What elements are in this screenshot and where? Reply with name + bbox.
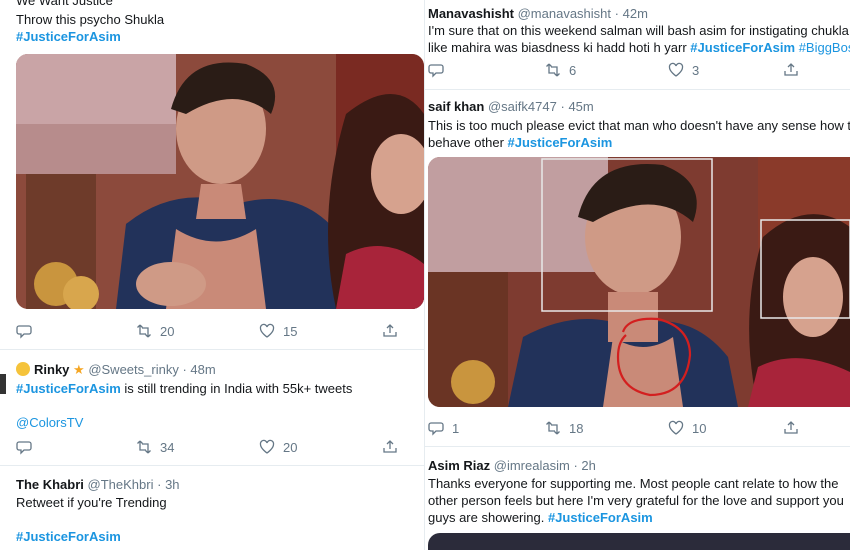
user-name[interactable]: saif khan: [428, 99, 484, 114]
tweet-justice[interactable]: We Want Justice Throw this psycho Shukla…: [0, 0, 424, 350]
retweet-icon: [137, 440, 151, 454]
like-count: 15: [283, 323, 298, 339]
reply-icon: [16, 441, 32, 455]
retweet-button[interactable]: 18: [545, 420, 583, 436]
tweet-photo[interactable]: [16, 54, 424, 309]
user-name[interactable]: Manavashisht: [428, 6, 514, 21]
photo-annotated-scratch: [428, 157, 850, 407]
heart-icon: [259, 439, 275, 454]
tweet-text-line2: like mahira was biasdness ki hadd hoti h…: [428, 40, 691, 55]
tweet-text: Retweet if you're Trending: [16, 495, 167, 510]
like-count: 10: [692, 420, 707, 436]
star-emoji-icon: ★: [73, 362, 85, 377]
reply-button[interactable]: [16, 323, 32, 339]
tweet-text-line1: I'm sure that on this weekend salman wil…: [428, 23, 849, 38]
heart-icon: [668, 420, 684, 435]
reply-icon: [16, 325, 32, 339]
hashtag-link-biggboss[interactable]: #BiggBoss: [799, 40, 850, 55]
tweet-text-line1: This is too much please evict that man w…: [428, 118, 850, 133]
tweet-saif-khan[interactable]: saif khan @saifk4747 · 45m This is too m…: [425, 90, 850, 446]
tweet-actions: 6 3: [428, 62, 840, 82]
like-button[interactable]: 20: [259, 439, 297, 455]
share-button[interactable]: [783, 62, 799, 78]
reply-count: 1: [452, 420, 460, 436]
retweet-button[interactable]: 6: [545, 62, 576, 78]
like-button[interactable]: 15: [259, 323, 297, 339]
tweet-time[interactable]: 48m: [190, 362, 215, 377]
tweet-text: is still trending in India with 55k+ twe…: [120, 381, 353, 396]
like-count: 20: [283, 439, 298, 455]
share-icon: [383, 324, 397, 337]
retweet-count: 6: [569, 62, 577, 78]
retweet-count: 34: [160, 439, 175, 455]
user-handle[interactable]: @imrealasim: [494, 458, 570, 473]
heart-icon: [668, 62, 684, 77]
tweet-photo-partial[interactable]: [428, 533, 850, 550]
tweet-text-line2: other person feels but here I'm very gra…: [428, 493, 844, 508]
reply-button[interactable]: [428, 62, 444, 78]
user-handle[interactable]: @manavashisht: [518, 6, 611, 21]
mention-link[interactable]: @ColorsTV: [16, 415, 83, 430]
reply-icon: [428, 422, 444, 436]
tweet-manavashisht[interactable]: Manavashisht @manavashisht · 42m I'm sur…: [425, 0, 850, 90]
tweet-text-line2: Throw this psycho Shukla: [16, 12, 165, 27]
user-handle[interactable]: @saifk4747: [488, 99, 557, 114]
like-count: 3: [692, 62, 700, 78]
heart-icon: [259, 323, 275, 338]
user-handle[interactable]: @TheKhbri: [88, 477, 154, 492]
hashtag-link[interactable]: #JusticeForAsim: [16, 381, 121, 396]
share-icon: [383, 440, 397, 453]
tweet-text-line1: Thanks everyone for supporting me. Most …: [428, 476, 839, 491]
user-name[interactable]: Asim Riaz: [428, 458, 490, 473]
retweet-icon: [546, 63, 560, 77]
user-handle[interactable]: @Sweets_rinky: [88, 362, 179, 377]
tweet-time[interactable]: 45m: [568, 99, 593, 114]
tweet-rinky[interactable]: Rinky ★ @Sweets_rinky · 48m #JusticeForA…: [0, 350, 424, 465]
hashtag-link[interactable]: #JusticeForAsim: [16, 29, 121, 44]
reply-button[interactable]: [16, 439, 32, 455]
reply-button[interactable]: 1: [428, 420, 459, 436]
tweet-photo[interactable]: [428, 157, 850, 407]
hashtag-link[interactable]: #JusticeForAsim: [508, 135, 613, 150]
tweet-asim-riaz[interactable]: Asim Riaz @imrealasim · 2h Thanks everyo…: [425, 447, 850, 550]
share-icon: [784, 421, 798, 434]
avatar[interactable]: [0, 374, 6, 394]
hashtag-link[interactable]: #JusticeForAsim: [690, 40, 795, 55]
tweet-actions: 1 18 10: [428, 420, 840, 440]
right-timeline: Manavashisht @manavashisht · 42m I'm sur…: [425, 0, 850, 550]
user-name[interactable]: Rinky: [34, 362, 69, 377]
tweet-time[interactable]: 2h: [581, 458, 595, 473]
tweet-actions: 20 15: [16, 323, 414, 343]
share-button[interactable]: [783, 420, 799, 436]
hashtag-link[interactable]: #JusticeForAsim: [16, 529, 121, 544]
hashtag-link[interactable]: #JusticeForAsim: [548, 510, 653, 525]
reply-icon: [428, 64, 444, 78]
retweet-count: 20: [160, 323, 175, 339]
retweet-button[interactable]: 20: [136, 323, 174, 339]
share-button[interactable]: [382, 323, 398, 339]
photo-asim-shirt-torn: [16, 54, 424, 309]
tweet-text-line3: guys are showering.: [428, 510, 548, 525]
like-button[interactable]: 10: [668, 420, 706, 436]
retweet-count: 18: [569, 420, 584, 436]
like-button[interactable]: 3: [668, 62, 699, 78]
share-button[interactable]: [382, 439, 398, 455]
tweet-text-line2: behave other: [428, 135, 508, 150]
retweet-icon: [546, 421, 560, 435]
tweet-khabri[interactable]: The Khabri @TheKhbri · 3h Retweet if you…: [0, 466, 424, 550]
retweet-button[interactable]: 34: [136, 439, 174, 455]
share-icon: [784, 63, 798, 76]
emoji-icon: [16, 362, 30, 376]
tweet-time[interactable]: 42m: [623, 6, 648, 21]
user-name[interactable]: The Khabri: [16, 477, 84, 492]
tweet-actions: 34 20: [16, 439, 414, 459]
left-timeline: We Want Justice Throw this psycho Shukla…: [0, 0, 425, 550]
tweet-time[interactable]: 3h: [165, 477, 179, 492]
retweet-icon: [137, 324, 151, 338]
tweet-text-line1: We Want Justice: [16, 0, 113, 8]
